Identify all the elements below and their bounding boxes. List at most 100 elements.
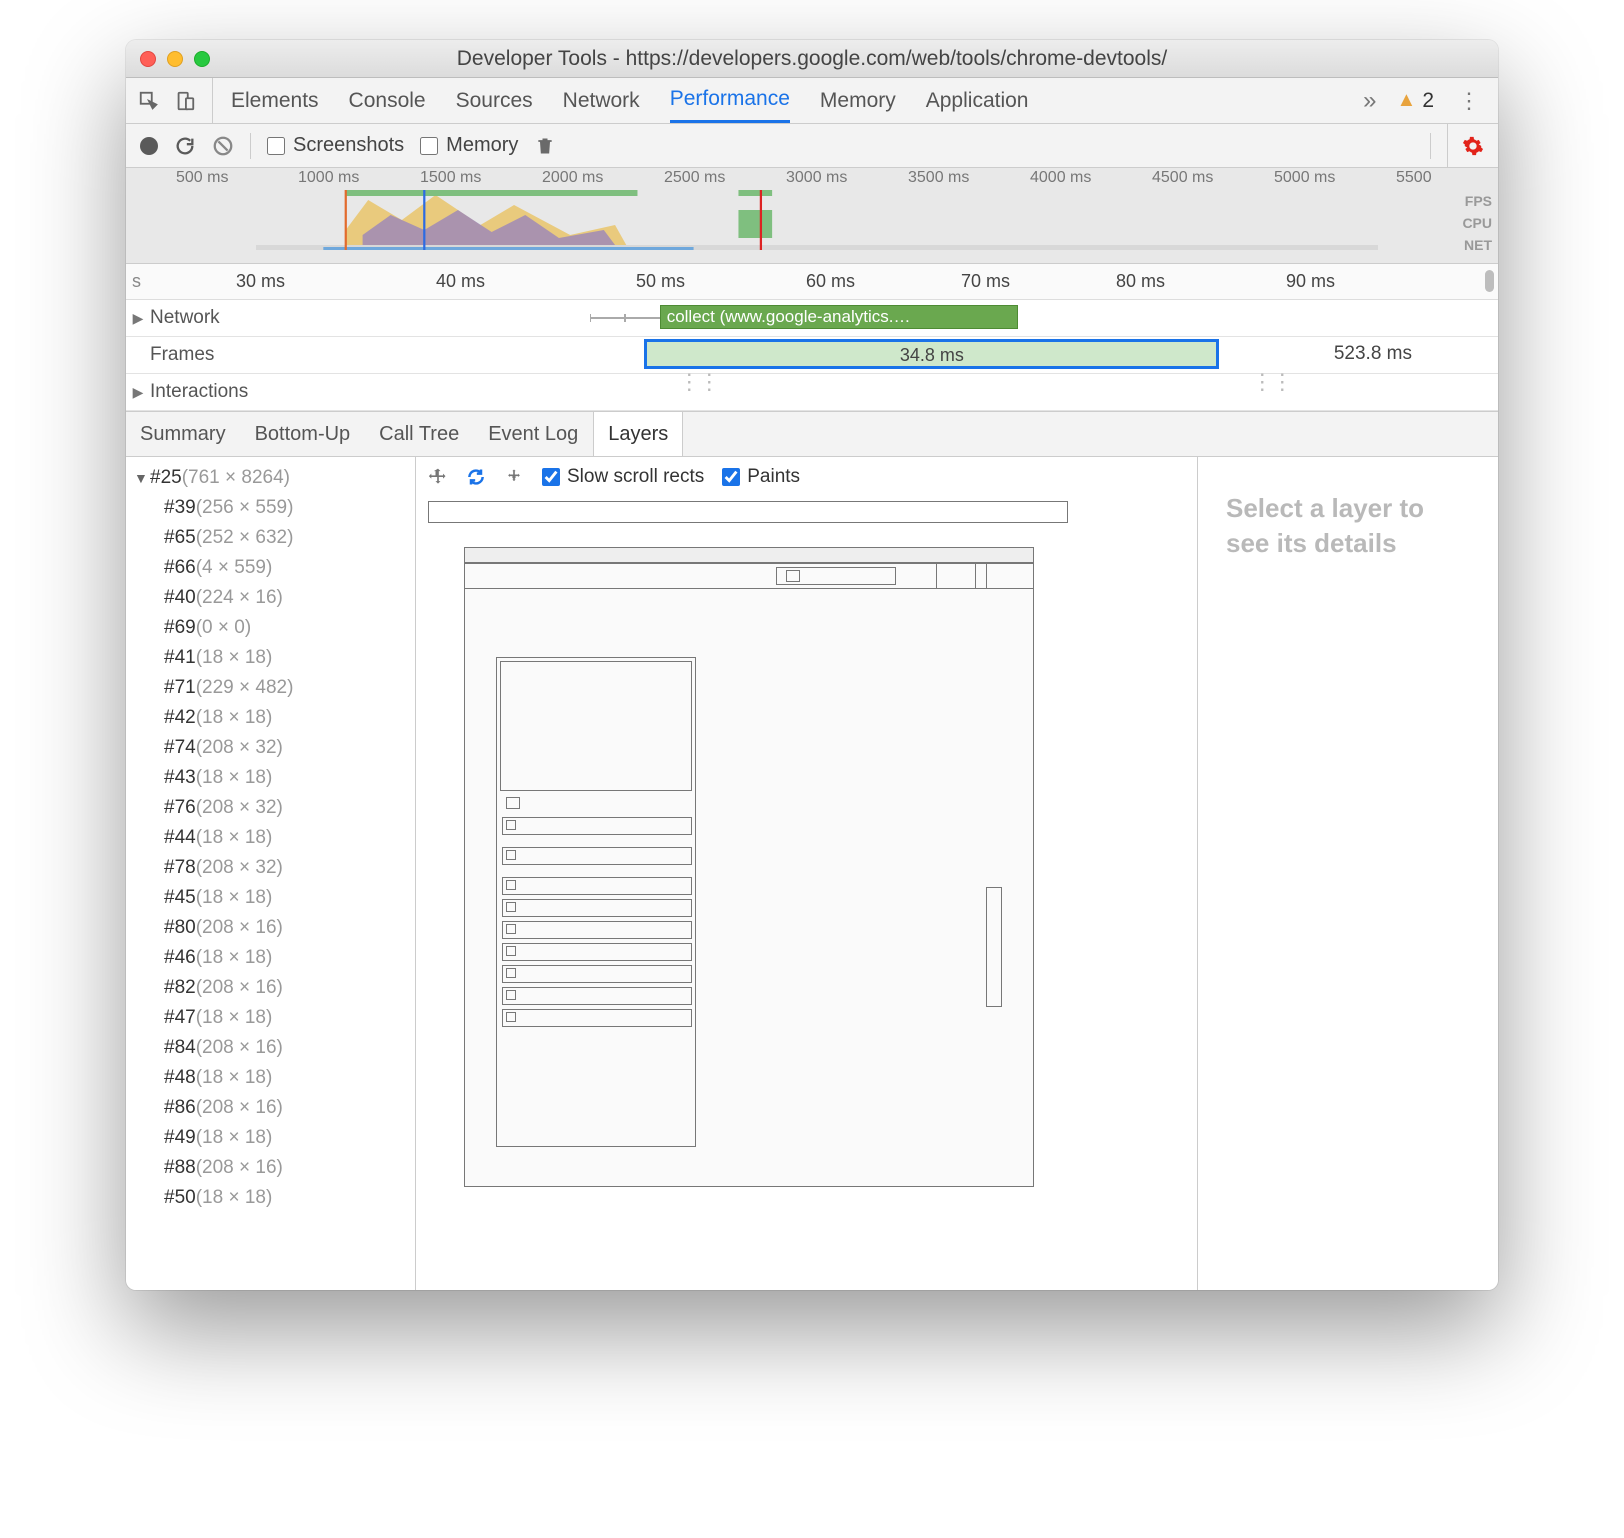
layer-tree-item[interactable]: #76(208 × 32) xyxy=(134,793,415,823)
layer-tree-item[interactable]: #78(208 × 32) xyxy=(134,853,415,883)
clear-button[interactable] xyxy=(212,135,234,157)
layer-tree-item[interactable]: #50(18 × 18) xyxy=(134,1183,415,1213)
overview-tick: 4000 ms xyxy=(1030,169,1091,187)
timeline-overview[interactable]: 500 ms1000 ms1500 ms2000 ms2500 ms3000 m… xyxy=(126,168,1498,264)
overflow-tabs-button[interactable]: » xyxy=(1363,87,1376,115)
subtab-summary[interactable]: Summary xyxy=(126,412,241,456)
device-toolbar-icon[interactable] xyxy=(174,90,196,112)
overview-tick: 3000 ms xyxy=(786,169,847,187)
minimize-window-button[interactable] xyxy=(167,51,183,67)
network-row[interactable]: ▶ Network collect (www.google-analytics.… xyxy=(126,300,1498,337)
overview-tick: 1000 ms xyxy=(298,169,359,187)
subtab-call-tree[interactable]: Call Tree xyxy=(365,412,474,456)
layer-tree-item[interactable]: #65(252 × 632) xyxy=(134,523,415,553)
layer-tree-item[interactable]: #41(18 × 18) xyxy=(134,643,415,673)
layers-pane: ▼#25(761 × 8264)#39(256 × 559)#65(252 × … xyxy=(126,457,1498,1290)
ruler-tick: 80 ms xyxy=(1116,271,1165,292)
layer-tree-item[interactable]: #71(229 × 482) xyxy=(134,673,415,703)
layer-tree-item[interactable]: #80(208 × 16) xyxy=(134,913,415,943)
overview-tick: 2500 ms xyxy=(664,169,725,187)
inspect-element-icon[interactable] xyxy=(138,90,160,112)
tab-application[interactable]: Application xyxy=(926,78,1029,123)
tab-sources[interactable]: Sources xyxy=(456,78,533,123)
layer-tree-item[interactable]: #82(208 × 16) xyxy=(134,973,415,1003)
layer-tree-item[interactable]: #86(208 × 16) xyxy=(134,1093,415,1123)
interactions-row-label: Interactions xyxy=(150,381,248,403)
layer-tree[interactable]: ▼#25(761 × 8264)#39(256 × 559)#65(252 × … xyxy=(126,457,416,1290)
subtab-bottom-up[interactable]: Bottom-Up xyxy=(241,412,366,456)
performance-toolbar: Screenshots Memory xyxy=(126,124,1498,168)
subtab-event-log[interactable]: Event Log xyxy=(474,412,593,456)
frame-next-label: 523.8 ms xyxy=(1334,343,1412,365)
layer-tree-item[interactable]: #43(18 × 18) xyxy=(134,763,415,793)
layer-tree-item[interactable]: #74(208 × 32) xyxy=(134,733,415,763)
screenshots-label: Screenshots xyxy=(293,134,404,157)
slow-scroll-rects-checkbox[interactable] xyxy=(542,468,560,486)
layer-tree-item[interactable]: #42(18 × 18) xyxy=(134,703,415,733)
overview-tick: 4500 ms xyxy=(1152,169,1213,187)
tab-network[interactable]: Network xyxy=(563,78,640,123)
ruler-tick: 30 ms xyxy=(236,271,285,292)
frames-row[interactable]: Frames 34.8 ms 523.8 ms xyxy=(126,337,1498,374)
paints-label: Paints xyxy=(747,466,800,488)
kebab-menu-icon[interactable]: ⋮ xyxy=(1452,88,1486,114)
detail-subtabs: SummaryBottom-UpCall TreeEvent LogLayers xyxy=(126,411,1498,457)
window-title: Developer Tools - https://developers.goo… xyxy=(126,47,1498,71)
layer-canvas-area: Slow scroll rects Paints xyxy=(416,457,1198,1290)
layer-tree-item[interactable]: #45(18 × 18) xyxy=(134,883,415,913)
capture-settings-icon[interactable] xyxy=(1447,124,1484,167)
pan-icon[interactable] xyxy=(428,467,448,487)
ruler-unit: s xyxy=(132,271,141,292)
overview-tick: 1500 ms xyxy=(420,169,481,187)
ruler-tick: 90 ms xyxy=(1286,271,1335,292)
frame-bar[interactable]: 34.8 ms xyxy=(644,339,1219,369)
tab-elements[interactable]: Elements xyxy=(231,78,319,123)
layer-tree-item[interactable]: #40(224 × 16) xyxy=(134,583,415,613)
reset-view-icon[interactable] xyxy=(504,467,524,487)
warning-count: 2 xyxy=(1422,89,1434,113)
network-request-bar[interactable]: collect (www.google-analytics.… xyxy=(660,305,1018,329)
tab-memory[interactable]: Memory xyxy=(820,78,896,123)
warnings-badge[interactable]: ▲ 2 xyxy=(1397,89,1434,113)
paints-checkbox[interactable] xyxy=(722,468,740,486)
expand-arrow-icon[interactable]: ▶ xyxy=(126,310,150,327)
expand-arrow-icon[interactable]: ▶ xyxy=(126,384,150,401)
layer-tree-item[interactable]: #47(18 × 18) xyxy=(134,1003,415,1033)
overview-track-labels: FPS CPU NET xyxy=(1462,190,1492,256)
close-window-button[interactable] xyxy=(140,51,156,67)
overview-tick: 5500 xyxy=(1396,169,1432,187)
layer-tree-item[interactable]: #46(18 × 18) xyxy=(134,943,415,973)
screenshots-checkbox[interactable] xyxy=(267,137,285,155)
layer-tree-item[interactable]: #48(18 × 18) xyxy=(134,1063,415,1093)
slow-scroll-rects-label: Slow scroll rects xyxy=(567,466,704,488)
reload-record-button[interactable] xyxy=(174,135,196,157)
interactions-row[interactable]: ▶ Interactions ⋮⋮ ⋮⋮ xyxy=(126,374,1498,411)
layer-tree-item[interactable]: #66(4 × 559) xyxy=(134,553,415,583)
subtab-layers[interactable]: Layers xyxy=(593,412,683,456)
layer-3d-stage[interactable] xyxy=(416,497,1197,1290)
detail-ruler[interactable]: s 30 ms40 ms50 ms60 ms70 ms80 ms90 ms xyxy=(126,264,1498,300)
record-button[interactable] xyxy=(140,137,158,155)
memory-checkbox[interactable] xyxy=(420,137,438,155)
layer-tree-item[interactable]: ▼#25(761 × 8264) xyxy=(134,463,415,493)
layer-tree-item[interactable]: #44(18 × 18) xyxy=(134,823,415,853)
main-tabstrip: Elements Console Sources Network Performance… xyxy=(126,78,1498,124)
trash-button[interactable] xyxy=(534,135,556,157)
maximize-window-button[interactable] xyxy=(194,51,210,67)
layer-tree-item[interactable]: #88(208 × 16) xyxy=(134,1153,415,1183)
layer-tree-item[interactable]: #39(256 × 559) xyxy=(134,493,415,523)
layer-tree-item[interactable]: #84(208 × 16) xyxy=(134,1033,415,1063)
tab-console[interactable]: Console xyxy=(349,78,426,123)
overview-tick: 3500 ms xyxy=(908,169,969,187)
overview-tick: 5000 ms xyxy=(1274,169,1335,187)
resize-handle-icon[interactable]: ⋮⋮ xyxy=(678,377,718,387)
ruler-tick: 50 ms xyxy=(636,271,685,292)
overview-chart xyxy=(256,190,1378,250)
tab-performance[interactable]: Performance xyxy=(670,78,790,123)
devtools-window: Developer Tools - https://developers.goo… xyxy=(126,40,1498,1290)
rotate-icon[interactable] xyxy=(466,467,486,487)
resize-handle-icon[interactable]: ⋮⋮ xyxy=(1251,377,1291,387)
ruler-scrollbar-thumb[interactable] xyxy=(1485,270,1494,292)
layer-tree-item[interactable]: #49(18 × 18) xyxy=(134,1123,415,1153)
layer-tree-item[interactable]: #69(0 × 0) xyxy=(134,613,415,643)
